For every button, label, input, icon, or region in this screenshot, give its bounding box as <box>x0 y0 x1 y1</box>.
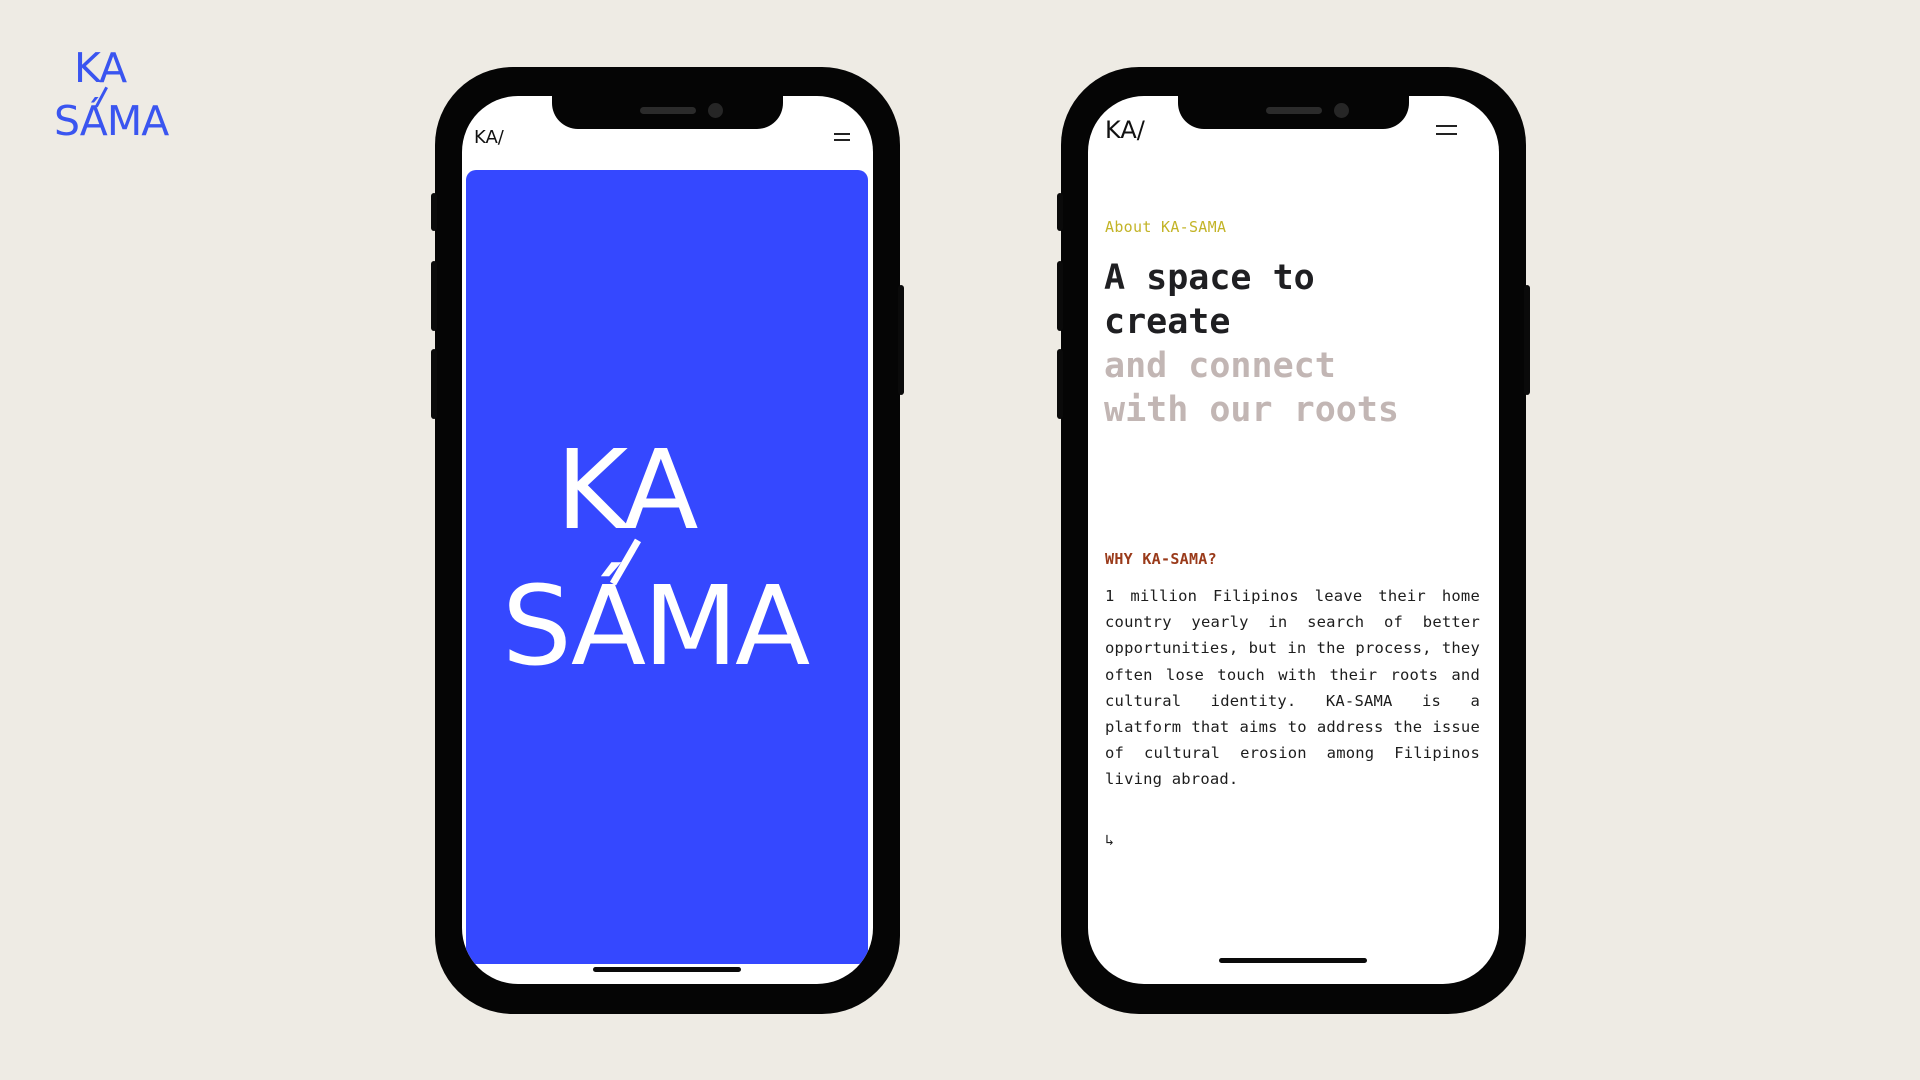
logo-line-2: SÁMA <box>54 97 169 145</box>
home-indicator[interactable] <box>593 967 741 972</box>
mute-switch <box>431 193 437 231</box>
phone-right: KA/ About KA-SAMA A space to create and … <box>1057 67 1530 1014</box>
front-camera <box>708 103 723 118</box>
screen-left: KA/ KA SÁMA <box>462 96 873 984</box>
body-paragraph: 1 million Filipinos leave their home cou… <box>1105 587 1480 789</box>
headline-line-3: and connect <box>1104 346 1336 386</box>
hamburger-icon[interactable] <box>1436 125 1457 135</box>
mute-switch <box>1057 193 1063 231</box>
splash-logo-line-2: SÁMA <box>502 562 810 690</box>
splash-logo-line-1: KA <box>556 426 698 554</box>
headline: A space to create and connect with our r… <box>1104 256 1494 432</box>
brand-mark[interactable]: KA/ <box>474 127 504 148</box>
volume-down-button <box>1057 349 1063 419</box>
splash-hero: KA SÁMA <box>466 170 868 964</box>
notch <box>552 96 783 129</box>
brand-mark[interactable]: KA/ <box>1105 116 1145 144</box>
headline-line-2: create <box>1104 302 1231 342</box>
screen-right: KA/ About KA-SAMA A space to create and … <box>1088 96 1499 984</box>
volume-down-button <box>431 349 437 419</box>
notch <box>1178 96 1409 129</box>
front-camera <box>1334 103 1349 118</box>
return-arrow-icon[interactable]: ↳ <box>1105 831 1114 849</box>
phone-left: KA/ KA SÁMA <box>431 67 904 1014</box>
speaker <box>1266 107 1322 114</box>
about-eyebrow: About KA-SAMA <box>1105 218 1227 236</box>
why-title: WHY KA-SAMA? <box>1105 550 1217 568</box>
volume-up-button <box>1057 261 1063 331</box>
volume-up-button <box>431 261 437 331</box>
speaker <box>640 107 696 114</box>
power-button <box>898 285 904 395</box>
headline-line-1: A space to <box>1104 258 1315 298</box>
corner-logo: KA SÁMA <box>54 46 194 146</box>
power-button <box>1524 285 1530 395</box>
home-indicator[interactable] <box>1219 958 1367 963</box>
logo-line-1: KA <box>74 44 127 92</box>
hamburger-icon[interactable] <box>834 133 850 141</box>
headline-line-4: with our roots <box>1104 390 1400 430</box>
